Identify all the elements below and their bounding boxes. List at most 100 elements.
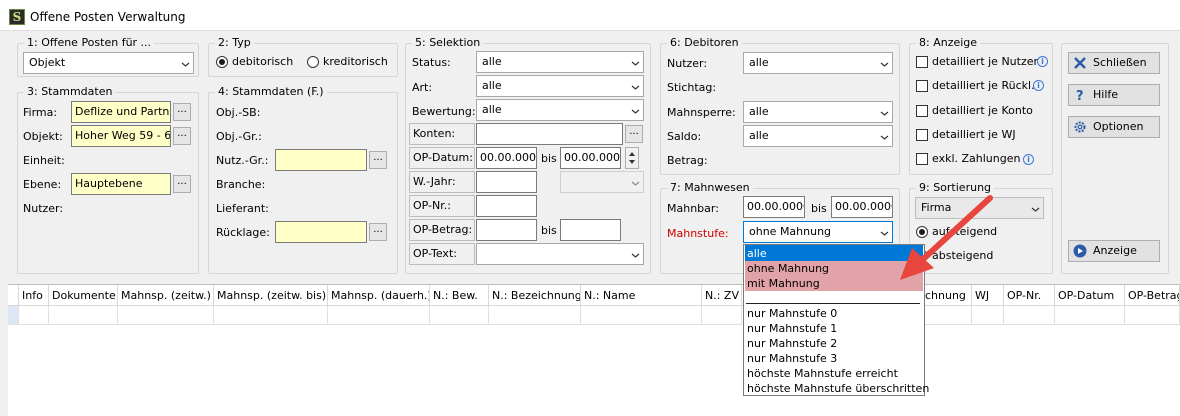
column-header-mahnsp-zeitw-bis[interactable]: Mahnsp. (zeitw. bis) [214, 285, 328, 306]
op-datum-label: OP-Datum: [413, 151, 473, 164]
konten-browse-button[interactable]: ... [625, 125, 643, 143]
column-header-op-nr[interactable]: OP-Nr. [1004, 285, 1055, 306]
app-s-icon: S [9, 9, 25, 25]
grid-cell[interactable] [19, 306, 49, 325]
bewertung-combo[interactable]: alle [476, 99, 644, 121]
dropdown-item-ohne-mahnung[interactable]: ohne Mahnung [747, 262, 829, 275]
grid-cell[interactable] [214, 306, 328, 325]
checkbox-detailliert-konto[interactable] [916, 105, 928, 117]
column-header-n-name[interactable]: N.: Name [581, 285, 702, 306]
op-nr-field[interactable] [476, 195, 537, 217]
column-header-n-bew[interactable]: N.: Bew. [430, 285, 489, 306]
help-icon: ? [1076, 89, 1084, 102]
column-header-op-betrag[interactable]: OP-Betrag [1125, 285, 1180, 306]
close-button[interactable]: Schließen [1068, 52, 1160, 74]
column-header-mahnsp-zeitw[interactable]: Mahnsp. (zeitw.) [118, 285, 214, 306]
grid-cell[interactable] [49, 306, 118, 325]
dropdown-item-nur-mahnstufe-3[interactable]: nur Mahnstufe 3 [747, 352, 837, 365]
op-datum-bis-label: bis [541, 152, 557, 165]
op-datum-to-field[interactable]: 00.00.0000 [560, 147, 621, 169]
column-header-n-zv[interactable]: N.: ZV [702, 285, 742, 306]
options-button[interactable]: Optionen [1068, 116, 1160, 138]
grid-cell[interactable] [1055, 306, 1125, 325]
branche-label: Branche: [216, 178, 266, 191]
ebene-field[interactable]: Hauptebene [71, 173, 171, 195]
mahnbar-to-field[interactable]: 00.00.0000 [831, 196, 893, 218]
group-7-legend: 7: Mahnwesen [667, 181, 753, 194]
grid-cell[interactable] [1004, 306, 1055, 325]
art-combo[interactable]: alle [476, 75, 644, 97]
op-datum-from-field[interactable]: 00.00.0000 [476, 147, 537, 169]
dropdown-item-nur-mahnstufe-0[interactable]: nur Mahnstufe 0 [747, 307, 837, 320]
op-datum-spinner[interactable] [625, 147, 639, 169]
radio-kreditorisch[interactable] [307, 56, 319, 68]
column-header-info[interactable]: Info [19, 285, 49, 306]
dropdown-item-mit-mahnung[interactable]: mit Mahnung [747, 277, 820, 290]
objekt-browse-button[interactable]: ... [173, 127, 191, 145]
dropdown-item-hoechste-ueberschritten[interactable]: höchste Mahnstufe überschritten [747, 382, 929, 395]
ebene-browse-button[interactable]: ... [173, 175, 191, 193]
op-text-label: OP-Text: [413, 247, 457, 260]
grid-cell[interactable] [702, 306, 742, 325]
op-betrag-from-field[interactable] [476, 219, 537, 241]
checkbox-exkl-zahlungen-label: exkl. Zahlungen [932, 152, 1021, 165]
dropdown-item-hoechste-erreicht[interactable]: höchste Mahnstufe erreicht [747, 367, 898, 380]
info-icon[interactable]: i [1037, 56, 1048, 67]
show-button[interactable]: Anzeige [1068, 240, 1160, 262]
nutz-gr-field[interactable] [275, 149, 367, 171]
grid-cell[interactable] [328, 306, 430, 325]
info-icon[interactable]: i [1023, 154, 1034, 165]
debitoren-nutzer-label: Nutzer: [667, 57, 708, 70]
ruecklage-field[interactable] [275, 221, 367, 243]
status-combo[interactable]: alle [476, 51, 644, 73]
info-icon[interactable]: i [1033, 80, 1044, 91]
checkbox-detailliert-nutzer-label: detailliert je Nutzer [932, 55, 1039, 68]
column-header-op-datum[interactable]: OP-Datum [1055, 285, 1125, 306]
firma-browse-button[interactable]: ... [173, 103, 191, 121]
firma-field[interactable]: Deflize und Partne [71, 101, 171, 123]
checkbox-detailliert-nutzer[interactable] [916, 56, 928, 68]
title-bar: S Offene Posten Verwaltung [0, 0, 1180, 31]
column-header-mahnsp-dauerh[interactable]: Mahnsp. (dauerh.) [328, 285, 430, 306]
offene-posten-fuer-combo[interactable]: Objekt [23, 52, 194, 74]
dropdown-item-alle[interactable]: alle [747, 247, 767, 260]
grid-cell[interactable] [581, 306, 702, 325]
nutz-gr-browse-button[interactable]: ... [369, 151, 387, 169]
grid-row-selector[interactable] [8, 306, 19, 325]
mahnsperre-combo[interactable]: alle [743, 101, 893, 123]
saldo-combo[interactable]: alle [743, 125, 893, 147]
results-grid[interactable]: Info Dokumente Mahnsp. (zeitw.) Mahnsp. … [8, 284, 1180, 416]
checkbox-detailliert-rueckl[interactable] [916, 80, 928, 92]
w-jahr-field[interactable] [476, 171, 537, 193]
ruecklage-browse-button[interactable]: ... [369, 223, 387, 241]
grid-cell[interactable] [972, 306, 1004, 325]
grid-cell[interactable] [922, 306, 972, 325]
op-betrag-to-field[interactable] [560, 219, 621, 241]
objekt-field[interactable]: Hoher Weg 59 - 6 [71, 125, 171, 147]
grid-cell[interactable] [430, 306, 489, 325]
checkbox-detailliert-wj[interactable] [916, 129, 928, 141]
help-button[interactable]: ? Hilfe [1068, 84, 1160, 106]
ebene-label: Ebene: [23, 178, 62, 191]
debitoren-nutzer-combo[interactable]: alle [743, 52, 893, 74]
radio-debitorisch[interactable] [216, 56, 228, 68]
mahnstufe-combo[interactable]: ohne Mahnung [743, 221, 893, 243]
dropdown-item-nur-mahnstufe-2[interactable]: nur Mahnstufe 2 [747, 337, 837, 350]
op-text-label-box: OP-Text: [409, 243, 475, 265]
column-header-n-bezeichnung[interactable]: N.: Bezeichnung [489, 285, 581, 306]
firma-label: Firma: [23, 106, 58, 119]
chevron-down-icon [631, 253, 640, 258]
bewertung-label: Bewertung: [412, 105, 476, 118]
konten-field[interactable] [476, 123, 623, 145]
play-icon [1073, 244, 1087, 258]
dropdown-item-nur-mahnstufe-1[interactable]: nur Mahnstufe 1 [747, 322, 837, 335]
op-text-combo[interactable] [476, 243, 644, 265]
grid-cell[interactable] [1125, 306, 1180, 325]
mahnbar-from-field[interactable]: 00.00.0000 [743, 196, 805, 218]
grid-cell[interactable] [118, 306, 214, 325]
checkbox-exkl-zahlungen[interactable] [916, 153, 928, 165]
w-jahr-combo[interactable] [560, 171, 644, 193]
grid-cell[interactable] [489, 306, 581, 325]
group-6-legend: 6: Debitoren [667, 36, 742, 49]
column-header-dokumente[interactable]: Dokumente [49, 285, 118, 306]
